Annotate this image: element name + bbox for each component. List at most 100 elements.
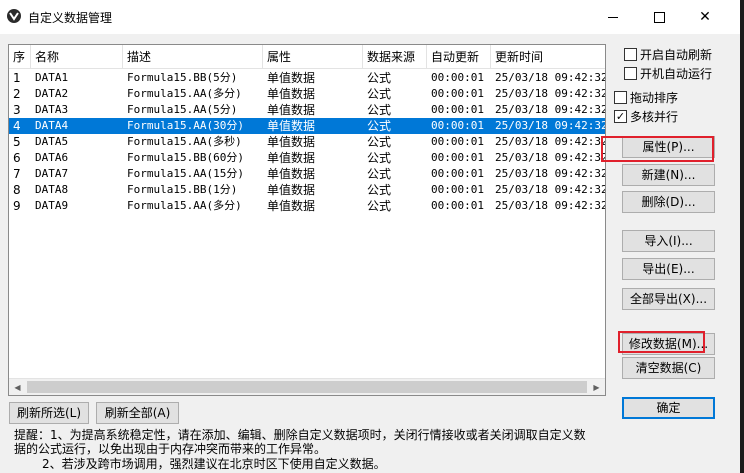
row-index: 4 — [13, 119, 21, 133]
row-attribute: 单值数据 — [267, 119, 316, 133]
properties-highlight-box — [601, 136, 714, 162]
export-all-button[interactable]: 全部导出(X)... — [622, 288, 715, 310]
column-header-index[interactable]: 序 — [9, 45, 31, 69]
row-index: 6 — [13, 151, 21, 165]
row-update-time: 25/03/18 09:42:32 — [495, 87, 606, 100]
row-index: 7 — [13, 167, 21, 181]
scrollbar-thumb[interactable] — [27, 381, 587, 393]
export-button[interactable]: 导出(E)... — [622, 258, 715, 280]
row-auto-update: 00:00:01 — [431, 135, 484, 148]
row-update-time: 25/03/18 09:42:32 — [495, 151, 606, 164]
close-button[interactable]: ✕ — [682, 0, 728, 34]
refresh-all-button[interactable]: 刷新全部(A) — [96, 402, 179, 424]
row-update-time: 25/03/18 09:42:32 — [495, 103, 606, 116]
row-name: DATA4 — [35, 119, 69, 132]
auto-refresh-box — [624, 47, 637, 61]
row-name: DATA3 — [35, 103, 69, 116]
column-header-attribute[interactable]: 属性 — [263, 45, 363, 69]
table-row[interactable]: 9 DATA9 Formula15.AA(多分) 单值数据 公式 00:00:01 25/0… — [9, 198, 606, 214]
title-bar: 自定义数据管理 ✕ — [0, 0, 740, 34]
maximize-button[interactable] — [636, 0, 682, 34]
column-header-auto-update[interactable]: 自动更新 — [427, 45, 491, 69]
row-index: 5 — [13, 135, 21, 149]
row-auto-update: 00:00:01 — [431, 119, 484, 132]
row-source: 公式 — [367, 71, 392, 85]
drag-sort-label: 拖动排序 — [630, 90, 679, 105]
row-description: Formula15.BB(1分) — [127, 183, 238, 196]
table-row[interactable]: 3 DATA3 Formula15.AA(5分) 单值数据 公式 00:00:01 25/0… — [9, 102, 606, 118]
row-update-time: 25/03/18 09:42:32 — [495, 71, 606, 84]
note-line-3: 2、若涉及跨市场调用，强烈建议在北京时区下使用自定义数据。 — [42, 457, 386, 471]
table-row[interactable]: 2 DATA2 Formula15.AA(多分) 单值数据 公式 00:00:01 25/0… — [9, 86, 606, 102]
close-icon: ✕ — [699, 9, 711, 25]
row-source: 公式 — [367, 103, 392, 117]
row-auto-update: 00:00:01 — [431, 199, 484, 212]
row-name: DATA5 — [35, 135, 69, 148]
row-name: DATA2 — [35, 87, 69, 100]
custom-data-list[interactable]: 序 名称 描述 属性 数据来源 自动更新 更新时间 1 DATA1 Formula1… — [8, 44, 606, 396]
import-button[interactable]: 导入(I)... — [622, 230, 715, 252]
ok-button[interactable]: 确定 — [622, 397, 715, 419]
row-auto-update: 00:00:01 — [431, 87, 484, 100]
row-source: 公式 — [367, 167, 392, 181]
row-auto-update: 00:00:01 — [431, 71, 484, 84]
row-attribute: 单值数据 — [267, 183, 316, 197]
column-header-update-time[interactable]: 更新时间 — [491, 45, 605, 69]
auto-refresh-checkbox[interactable]: 开启自动刷新 — [624, 46, 712, 62]
row-index: 2 — [13, 87, 21, 101]
drag-sort-checkbox[interactable]: 拖动排序 — [614, 89, 678, 105]
multicore-checkbox[interactable]: ✓ 多核并行 — [614, 108, 678, 124]
row-index: 3 — [13, 103, 21, 117]
note-line-1: 提醒：1、为提高系统稳定性，请在添加、编辑、删除自定义数据项时，关闭行情接收或者… — [14, 428, 586, 442]
minimize-button[interactable] — [590, 0, 636, 34]
row-description: Formula15.AA(多分) — [127, 87, 242, 100]
delete-button[interactable]: 删除(D)... — [622, 191, 715, 213]
auto-run-checkbox[interactable]: 开机自动运行 — [624, 65, 712, 81]
table-row[interactable]: 8 DATA8 Formula15.BB(1分) 单值数据 公式 00:00:01 25/0… — [9, 182, 605, 198]
row-update-time: 25/03/18 09:42:32 — [495, 119, 606, 132]
row-index: 1 — [13, 71, 21, 85]
row-attribute: 单值数据 — [267, 71, 316, 85]
row-index: 9 — [13, 199, 21, 213]
row-source: 公式 — [367, 119, 392, 133]
row-description: Formula15.AA(15分) — [127, 167, 244, 180]
row-auto-update: 00:00:01 — [431, 167, 484, 180]
multicore-check-icon: ✓ — [614, 109, 627, 123]
app-logo-icon — [7, 9, 21, 23]
auto-run-box — [624, 66, 637, 80]
row-name: DATA6 — [35, 151, 69, 164]
refresh-selected-button[interactable]: 刷新所选(L) — [9, 402, 89, 424]
maximize-icon — [653, 11, 665, 23]
row-description: Formula15.AA(多分) — [127, 199, 242, 212]
scroll-left-icon[interactable]: ◀ — [9, 379, 26, 395]
custom-data-manager-window: 自定义数据管理 ✕ 序 名称 描述 属性 数据来源 自动更新 更新时间 1 DAT… — [0, 0, 740, 473]
row-update-time: 25/03/18 09:42:32 — [495, 167, 606, 180]
clear-data-button[interactable]: 清空数据(C) — [622, 357, 715, 379]
column-header-source[interactable]: 数据来源 — [363, 45, 427, 69]
table-row[interactable]: 6 DATA6 Formula15.BB(60分) 单值数据 公式 00:00:01 25/… — [9, 150, 606, 166]
column-header-description[interactable]: 描述 — [123, 45, 263, 69]
row-attribute: 单值数据 — [267, 87, 316, 101]
auto-refresh-label: 开启自动刷新 — [640, 47, 713, 62]
horizontal-scrollbar[interactable]: ◀ ▶ — [9, 378, 605, 395]
scroll-right-icon[interactable]: ▶ — [588, 379, 605, 395]
new-button[interactable]: 新建(N)... — [622, 164, 715, 186]
table-row[interactable]: 4 DATA4 Formula15.AA(30分) 单值数据 公式 00:00:01 25/… — [9, 118, 606, 134]
row-name: DATA7 — [35, 167, 69, 180]
row-description: Formula15.AA(30分) — [127, 119, 244, 132]
row-update-time: 25/03/18 09:42:32 — [495, 135, 606, 148]
column-header-name[interactable]: 名称 — [31, 45, 123, 69]
table-row[interactable]: 7 DATA7 Formula15.AA(15分) 单值数据 公式 00:00:01 25/… — [9, 166, 606, 182]
table-row[interactable]: 5 DATA5 Formula15.AA(多秒) 单值数据 公式 00:00:01 25/0… — [9, 134, 606, 150]
row-attribute: 单值数据 — [267, 103, 316, 117]
desktop-edge — [740, 0, 744, 473]
multicore-label: 多核并行 — [630, 109, 679, 124]
row-description: Formula15.AA(5分) — [127, 103, 238, 116]
table-row[interactable]: 1 DATA1 Formula15.BB(5分) 单值数据 公式 00:00:01 25/0… — [9, 70, 606, 86]
row-attribute: 单值数据 — [267, 151, 316, 165]
row-source: 公式 — [367, 151, 392, 165]
row-auto-update: 00:00:01 — [431, 103, 484, 116]
row-source: 公式 — [367, 183, 392, 197]
row-attribute: 单值数据 — [267, 135, 316, 149]
row-update-time: 25/03/18 09:42:32 — [495, 199, 606, 212]
